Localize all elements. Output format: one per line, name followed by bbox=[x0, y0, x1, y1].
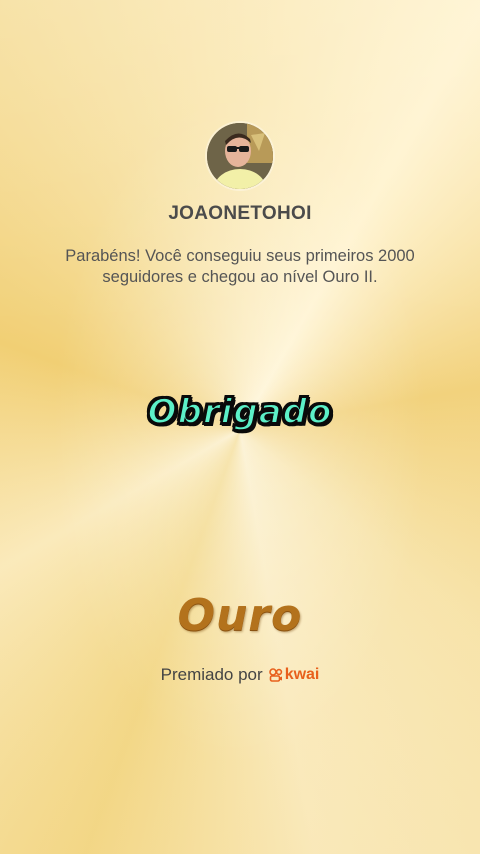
awarded-by: Premiado por kwai bbox=[0, 665, 480, 685]
kwai-brand: kwai bbox=[284, 666, 320, 683]
username: JOAONETOHOI bbox=[168, 203, 312, 224]
level-badge: Ouro bbox=[177, 590, 303, 641]
avatar[interactable] bbox=[207, 123, 273, 189]
congratulations-message: Parabéns! Você conseguiu seus primeiros … bbox=[65, 247, 415, 286]
kwai-icon bbox=[268, 668, 282, 682]
obrigado-sticker[interactable]: Obrigado bbox=[0, 391, 480, 433]
awarded-by-label: Premiado por bbox=[160, 665, 263, 684]
kwai-logo: kwai bbox=[268, 666, 320, 684]
